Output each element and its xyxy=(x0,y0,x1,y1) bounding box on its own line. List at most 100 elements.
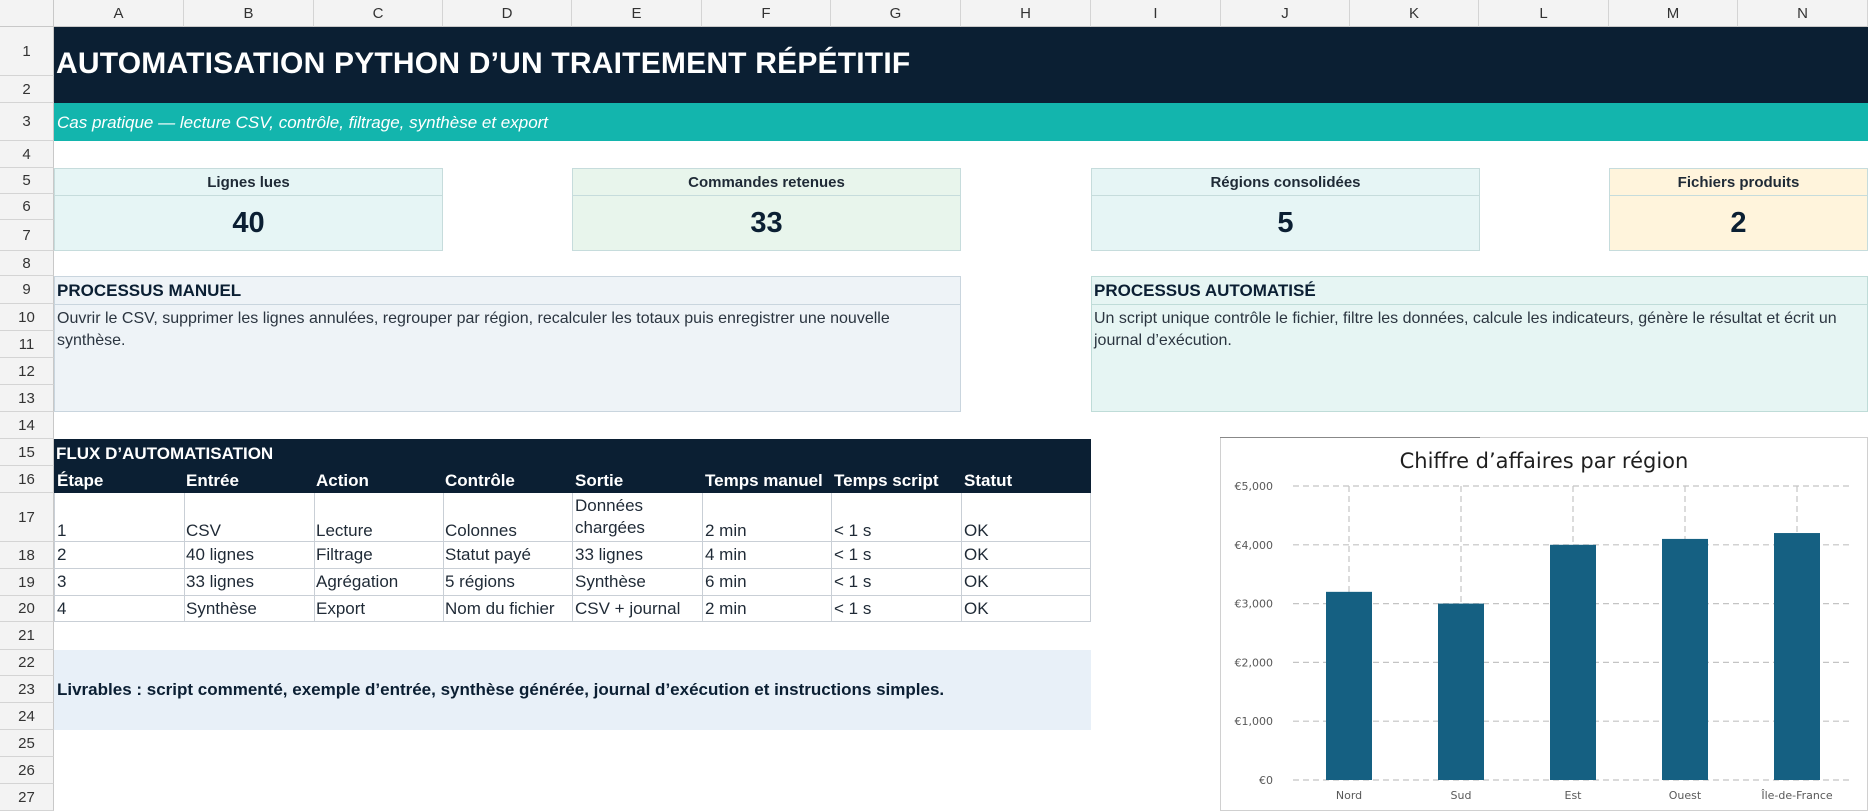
row-header-25[interactable]: 25 xyxy=(0,730,54,757)
table-cell[interactable]: 6 min xyxy=(705,572,747,592)
automated-process-panel[interactable]: PROCESSUS AUTOMATISÉ Un script unique co… xyxy=(1091,276,1868,412)
col-header-entree[interactable]: Entrée xyxy=(186,471,239,491)
table-cell[interactable]: 2 min xyxy=(705,521,747,541)
column-header-d[interactable]: D xyxy=(443,0,572,27)
column-header-a[interactable]: A xyxy=(54,0,184,27)
table-cell[interactable]: 40 lignes xyxy=(186,545,254,565)
manual-process-text: Ouvrir le CSV, supprimer les lignes annu… xyxy=(57,310,890,349)
table-cell[interactable]: CSV + journal xyxy=(575,599,680,619)
table-cell[interactable]: Statut payé xyxy=(445,545,531,565)
table-cell[interactable]: < 1 s xyxy=(834,521,871,541)
chart-bar xyxy=(1326,591,1372,780)
y-tick-label: €3,000 xyxy=(1235,598,1274,611)
column-header-f[interactable]: F xyxy=(702,0,831,27)
kpi-card-commandes-retenues[interactable]: Commandes retenues 33 xyxy=(572,168,961,251)
col-header-temps-manuel[interactable]: Temps manuel xyxy=(705,471,823,491)
row-header-27[interactable]: 27 xyxy=(0,784,54,811)
table-gridline xyxy=(961,493,962,622)
kpi-value: 2 xyxy=(1730,207,1747,239)
row-header-16[interactable]: 16 xyxy=(0,466,54,493)
row-header-7[interactable]: 7 xyxy=(0,220,54,251)
table-cell[interactable]: 33 lignes xyxy=(575,545,643,565)
row-header-17[interactable]: 17 xyxy=(0,493,54,542)
col-header-controle[interactable]: Contrôle xyxy=(445,471,515,491)
row-header-9[interactable]: 9 xyxy=(0,276,54,304)
kpi-card-fichiers-produits[interactable]: Fichiers produits 2 xyxy=(1609,168,1868,251)
table-cell[interactable]: < 1 s xyxy=(834,572,871,592)
row-header-2[interactable]: 2 xyxy=(0,76,54,103)
table-cell[interactable]: Colonnes xyxy=(445,521,517,541)
row-header-4[interactable]: 4 xyxy=(0,141,54,168)
row-header-23[interactable]: 23 xyxy=(0,676,54,703)
column-header-l[interactable]: L xyxy=(1479,0,1609,27)
revenue-chart[interactable]: Chiffre d’affaires par région €0 €1,000 €2,… xyxy=(1220,437,1868,811)
col-header-temps-script[interactable]: Temps script xyxy=(834,471,939,491)
row-header-20[interactable]: 20 xyxy=(0,596,54,622)
table-cell[interactable]: 3 xyxy=(57,572,66,592)
automated-process-text: Un script unique contrôle le fichier, fi… xyxy=(1094,310,1837,349)
table-cell[interactable]: 4 xyxy=(57,599,66,619)
column-header-b[interactable]: B xyxy=(184,0,314,27)
table-cell[interactable]: 33 lignes xyxy=(186,572,254,592)
row-header-11[interactable]: 11 xyxy=(0,331,54,358)
row-header-14[interactable]: 14 xyxy=(0,412,54,439)
table-cell[interactable]: < 1 s xyxy=(834,545,871,565)
row-header-12[interactable]: 12 xyxy=(0,358,54,385)
column-header-c[interactable]: C xyxy=(314,0,443,27)
table-cell[interactable]: OK xyxy=(964,599,989,619)
table-cell[interactable]: Agrégation xyxy=(316,572,398,592)
column-header-g[interactable]: G xyxy=(831,0,961,27)
x-tick-label: Sud xyxy=(1451,789,1472,802)
column-header-j[interactable]: J xyxy=(1221,0,1350,27)
row-header-18[interactable]: 18 xyxy=(0,542,54,569)
table-gridline xyxy=(54,493,55,622)
col-header-action[interactable]: Action xyxy=(316,471,369,491)
table-cell[interactable]: 2 xyxy=(57,545,66,565)
table-cell[interactable]: 5 régions xyxy=(445,572,515,592)
column-header-m[interactable]: M xyxy=(1609,0,1738,27)
kpi-card-lignes-lues[interactable]: Lignes lues 40 xyxy=(54,168,443,251)
column-header-h[interactable]: H xyxy=(961,0,1091,27)
row-header-15[interactable]: 15 xyxy=(0,439,54,466)
table-cell[interactable]: CSV xyxy=(186,521,221,541)
table-cell[interactable]: 2 min xyxy=(705,599,747,619)
table-cell[interactable]: OK xyxy=(964,521,989,541)
column-header-i[interactable]: I xyxy=(1091,0,1221,27)
row-header-21[interactable]: 21 xyxy=(0,622,54,650)
row-header-5[interactable]: 5 xyxy=(0,168,54,194)
column-header-n[interactable]: N xyxy=(1738,0,1868,27)
table-cell[interactable]: Synthèse xyxy=(186,599,257,619)
table-cell[interactable]: Données chargées xyxy=(575,495,685,539)
row-header-24[interactable]: 24 xyxy=(0,703,54,730)
column-header-k[interactable]: K xyxy=(1350,0,1479,27)
table-cell[interactable]: Nom du fichier xyxy=(445,599,555,619)
row-header-8[interactable]: 8 xyxy=(0,251,54,276)
y-tick-label: €5,000 xyxy=(1235,480,1274,493)
row-header-10[interactable]: 10 xyxy=(0,304,54,331)
kpi-card-regions-consolidees[interactable]: Régions consolidées 5 xyxy=(1091,168,1480,251)
table-cell[interactable]: Lecture xyxy=(316,521,373,541)
chart-title: Chiffre d’affaires par région xyxy=(1400,449,1689,473)
table-cell[interactable]: OK xyxy=(964,572,989,592)
table-cell[interactable]: Filtrage xyxy=(316,545,373,565)
row-header-26[interactable]: 26 xyxy=(0,757,54,784)
row-header-1[interactable]: 1 xyxy=(0,27,54,76)
table-cell[interactable]: Synthèse xyxy=(575,572,646,592)
col-header-etape[interactable]: Étape xyxy=(57,471,103,491)
row-header-13[interactable]: 13 xyxy=(0,385,54,412)
table-cell[interactable]: Export xyxy=(316,599,365,619)
column-header-e[interactable]: E xyxy=(572,0,702,27)
row-header-22[interactable]: 22 xyxy=(0,650,54,676)
manual-process-title: PROCESSUS MANUEL xyxy=(55,277,960,305)
table-cell[interactable]: 4 min xyxy=(705,545,747,565)
table-cell[interactable]: < 1 s xyxy=(834,599,871,619)
table-cell[interactable]: OK xyxy=(964,545,989,565)
select-all-corner[interactable] xyxy=(0,0,54,27)
row-header-3[interactable]: 3 xyxy=(0,103,54,141)
col-header-statut[interactable]: Statut xyxy=(964,471,1012,491)
table-cell[interactable]: 1 xyxy=(57,521,66,541)
manual-process-panel[interactable]: PROCESSUS MANUEL Ouvrir le CSV, supprime… xyxy=(54,276,961,412)
row-header-19[interactable]: 19 xyxy=(0,569,54,596)
row-header-6[interactable]: 6 xyxy=(0,194,54,220)
col-header-sortie[interactable]: Sortie xyxy=(575,471,623,491)
